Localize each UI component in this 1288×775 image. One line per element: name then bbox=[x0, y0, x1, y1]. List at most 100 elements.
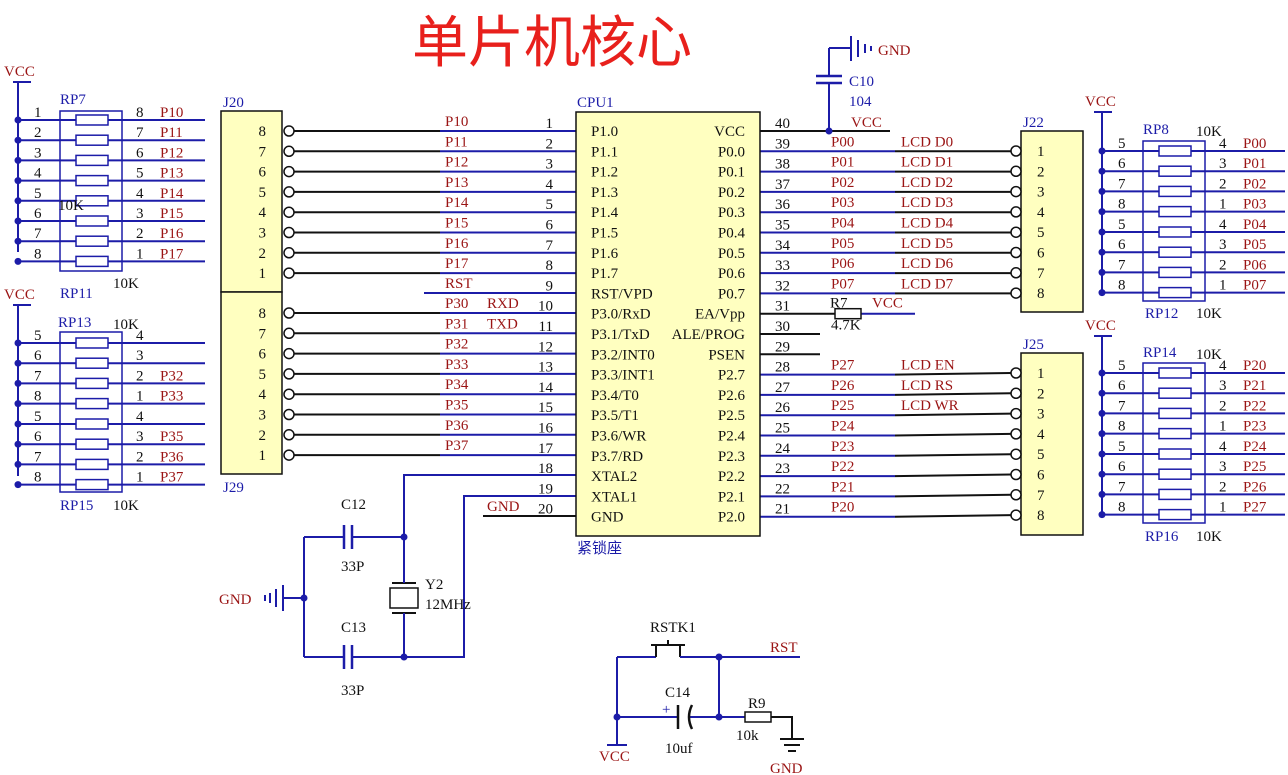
rp11-pin-left: 6 bbox=[34, 206, 42, 222]
rp16-bus-junction bbox=[1098, 490, 1106, 498]
cpu-pin-number-left: 6 bbox=[546, 218, 554, 234]
rp7-net-label: P11 bbox=[160, 125, 183, 141]
rp8-bus-junction bbox=[1098, 147, 1106, 155]
j20-pin-number: 1 bbox=[259, 266, 267, 282]
rp13-pin-left: 7 bbox=[34, 368, 42, 384]
rp11-net-label: P16 bbox=[160, 226, 184, 242]
r7-vcc-label: VCC bbox=[872, 296, 903, 312]
j25-pin-number: 6 bbox=[1037, 468, 1045, 484]
rp14-pin-left: 7 bbox=[1118, 398, 1126, 414]
cpu-pin-name-right: P0.0 bbox=[718, 144, 745, 160]
rp12-pin-right: 2 bbox=[1219, 257, 1227, 273]
j22-pin bbox=[1010, 165, 1022, 178]
rp7-bus-junction bbox=[14, 136, 22, 144]
j25-header-body bbox=[1020, 352, 1084, 536]
rp13-pin-left: 5 bbox=[34, 328, 42, 344]
j22-pin bbox=[1010, 145, 1022, 157]
j25-pin-number: 1 bbox=[1037, 366, 1045, 382]
cpu-pin-number-left: 11 bbox=[539, 319, 553, 335]
cpu-pin-number-right: 29 bbox=[775, 339, 790, 355]
j25-pin bbox=[1010, 407, 1022, 420]
rp16-pin-left: 8 bbox=[1118, 500, 1126, 516]
net-label-p0: P01 bbox=[831, 155, 854, 171]
cpu-pin-name-right: EA/Vpp bbox=[695, 307, 745, 323]
net-label-p3: P32 bbox=[445, 337, 468, 353]
cpu-pin-name-left: P3.4/T0 bbox=[591, 388, 639, 404]
lcd-signal-label: LCD D7 bbox=[901, 276, 954, 292]
rp13-resistor bbox=[75, 357, 109, 369]
rp15-resistor bbox=[75, 418, 109, 430]
lcd-ctrl-label: LCD RS bbox=[901, 378, 953, 394]
j20-pin bbox=[283, 145, 295, 158]
net-label-p3-func: RXD bbox=[487, 296, 519, 312]
j25-pin bbox=[1010, 448, 1022, 460]
rp16-bus-junction bbox=[1098, 470, 1106, 478]
rp14-bus-junction bbox=[1098, 369, 1106, 377]
c12-junction bbox=[400, 533, 408, 541]
net-label-p2: P27 bbox=[831, 358, 855, 374]
rp7-resistor bbox=[75, 114, 109, 126]
j25-pin bbox=[1010, 367, 1022, 379]
j29-pin bbox=[283, 327, 295, 340]
rp14-net-label: P21 bbox=[1243, 378, 1266, 394]
net-label-p0: P04 bbox=[831, 216, 855, 232]
rp8-pin-left: 7 bbox=[1118, 176, 1126, 192]
rp7-pin-left: 4 bbox=[34, 166, 42, 182]
c13-junction bbox=[400, 653, 408, 661]
rp15-value: 10K bbox=[113, 498, 139, 514]
rp8-value: 10K bbox=[1196, 124, 1222, 140]
rp8-ref: RP8 bbox=[1143, 122, 1169, 138]
j29-pin-number: 6 bbox=[259, 347, 267, 363]
j20-pin-number: 3 bbox=[259, 226, 267, 242]
j25-pin bbox=[1010, 509, 1022, 521]
cpu-pin-name-left: P3.0/RxD bbox=[591, 307, 651, 323]
rp8-resistor bbox=[1158, 205, 1192, 218]
cpu-pin-number-left: 8 bbox=[546, 258, 554, 274]
crystal-gnd-label: GND bbox=[219, 592, 252, 608]
j20-header-body bbox=[220, 110, 283, 293]
rp12-resistor bbox=[1158, 286, 1192, 299]
rp16-resistor bbox=[1158, 508, 1192, 521]
rp16-net-label: P26 bbox=[1243, 479, 1267, 495]
rp7-pin-right: 4 bbox=[136, 186, 144, 202]
j20-pin bbox=[283, 267, 295, 279]
j20-pin bbox=[283, 226, 295, 239]
rp11-resistor bbox=[75, 235, 109, 247]
net-wire-j25 bbox=[894, 493, 1012, 498]
rp7-pin-right: 7 bbox=[136, 125, 144, 141]
j25-pin-number: 8 bbox=[1037, 508, 1045, 524]
rp7-pin-left: 1 bbox=[34, 105, 42, 121]
lcd-signal-label: LCD D3 bbox=[901, 195, 953, 211]
cpu-pin-number-right: 30 bbox=[775, 319, 790, 335]
cpu-pin-number-right: 34 bbox=[775, 238, 791, 254]
rp14-net-label: P22 bbox=[1243, 398, 1266, 414]
cpu-pin-name-left: GND bbox=[591, 510, 624, 526]
cpu-pin-number-left: 12 bbox=[538, 339, 553, 355]
rp16-pin-left: 6 bbox=[1118, 459, 1126, 475]
j29-pin-number: 1 bbox=[259, 448, 267, 464]
rp8-bus-junction bbox=[1098, 208, 1106, 216]
rp11-resistor bbox=[75, 215, 109, 227]
rp16-resistor bbox=[1158, 488, 1192, 501]
j22-pin-number: 5 bbox=[1037, 225, 1045, 241]
cpu-pin-name-left: P1.6 bbox=[591, 246, 619, 262]
net-label-p1: P12 bbox=[445, 155, 468, 171]
rp8-resistor bbox=[1158, 185, 1192, 198]
rp8-pin-right: 1 bbox=[1219, 197, 1227, 213]
rp7-pin-right: 6 bbox=[136, 145, 144, 161]
j25-pin-number: 7 bbox=[1037, 488, 1045, 504]
cpu-pin-name-right: P0.7 bbox=[718, 286, 746, 302]
rp14-pin-left: 8 bbox=[1118, 419, 1126, 435]
net-label-p0: P03 bbox=[831, 195, 854, 211]
j29-pin bbox=[283, 388, 295, 400]
lcd-signal-label: LCD D6 bbox=[901, 256, 954, 272]
rp15-resistor bbox=[75, 438, 109, 450]
rp14-pin-right: 3 bbox=[1219, 378, 1227, 394]
c12-value: 33P bbox=[341, 559, 364, 575]
rp15-net-label: P35 bbox=[160, 429, 183, 445]
cpu-pin-number-right: 36 bbox=[775, 197, 791, 213]
rp7-pin-left: 3 bbox=[34, 145, 42, 161]
net-wire-j25 bbox=[894, 514, 1012, 518]
rp12-bus-junction bbox=[1098, 248, 1106, 256]
j20-pin-number: 4 bbox=[259, 205, 267, 221]
